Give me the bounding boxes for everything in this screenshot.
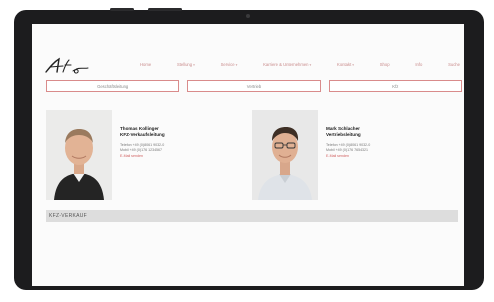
contact-mobile[interactable]: Mobil +49 (0)176 1234567 xyxy=(120,148,240,153)
nav-label: Suche xyxy=(448,62,460,67)
contact-email-link[interactable]: E-Mail senden xyxy=(120,154,240,159)
nav-label: Info xyxy=(415,62,423,67)
chevron-down-icon: ▾ xyxy=(309,62,312,67)
category-label: Geschäftsleitung xyxy=(97,83,129,89)
contact-photo xyxy=(46,110,112,200)
category-label: Kfz xyxy=(392,83,399,89)
section-title: KFZ-VERKAUF xyxy=(49,213,88,219)
category-label: Vertrieb xyxy=(246,83,262,89)
nav-label: Service xyxy=(220,62,235,67)
chevron-down-icon: ▾ xyxy=(352,62,354,67)
nav-label: Karriere & Unternehmen xyxy=(263,62,309,67)
contact-card: Thomas Kollinger KFZ-Verkaufsleitung Tel… xyxy=(46,110,246,202)
contact-photo xyxy=(252,110,318,200)
nav-item-info[interactable]: Info xyxy=(415,62,422,67)
nav-label: Kontakt xyxy=(337,62,352,67)
contact-role: Vertriebsleitung xyxy=(326,132,361,137)
chevron-down-icon: ▾ xyxy=(235,62,238,67)
company-logo[interactable] xyxy=(44,57,90,75)
nav-item-shop[interactable]: Shop xyxy=(380,62,390,67)
contact-card: Mark Schlacher Vertriebsleitung Telefon … xyxy=(252,110,452,202)
nav-item-suche[interactable]: Suche xyxy=(448,62,460,67)
front-camera xyxy=(246,14,250,18)
nav-item-home[interactable]: Home xyxy=(140,62,151,67)
tablet-power-button xyxy=(148,8,182,11)
tablet-screen: Home Stellung ▾ Service ▾ Karriere & Unter… xyxy=(32,24,464,286)
tablet-volume-button xyxy=(110,8,134,11)
nav-item-stellung[interactable]: Stellung ▾ xyxy=(177,62,195,67)
contact-email-link[interactable]: E-Mail senden xyxy=(326,154,446,159)
nav-label: Shop xyxy=(379,62,390,67)
nav-label: Home xyxy=(140,62,152,67)
chevron-down-icon: ▾ xyxy=(193,62,195,67)
main-navigation: Home Stellung ▾ Service ▾ Karriere & Unter… xyxy=(140,62,460,67)
category-tab-vertrieb[interactable]: Vertrieb xyxy=(187,80,321,92)
nav-item-kontakt[interactable]: Kontakt ▾ xyxy=(337,62,354,67)
contact-role: KFZ-Verkaufsleitung xyxy=(120,132,165,137)
section-header: KFZ-VERKAUF xyxy=(46,210,458,222)
category-tab-geschaeftsleitung[interactable]: Geschäftsleitung xyxy=(46,80,180,92)
category-tab-kfz[interactable]: Kfz xyxy=(328,80,462,92)
category-filter-bar: Geschäftsleitung Vertrieb Kfz xyxy=(46,80,462,92)
nav-item-service[interactable]: Service ▾ xyxy=(221,62,238,67)
nav-item-karriere[interactable]: Karriere & Unternehmen ▾ xyxy=(263,62,311,67)
nav-label: Stellung xyxy=(176,62,193,67)
contact-mobile[interactable]: Mobil +49 (0)176 7654321 xyxy=(326,148,446,153)
